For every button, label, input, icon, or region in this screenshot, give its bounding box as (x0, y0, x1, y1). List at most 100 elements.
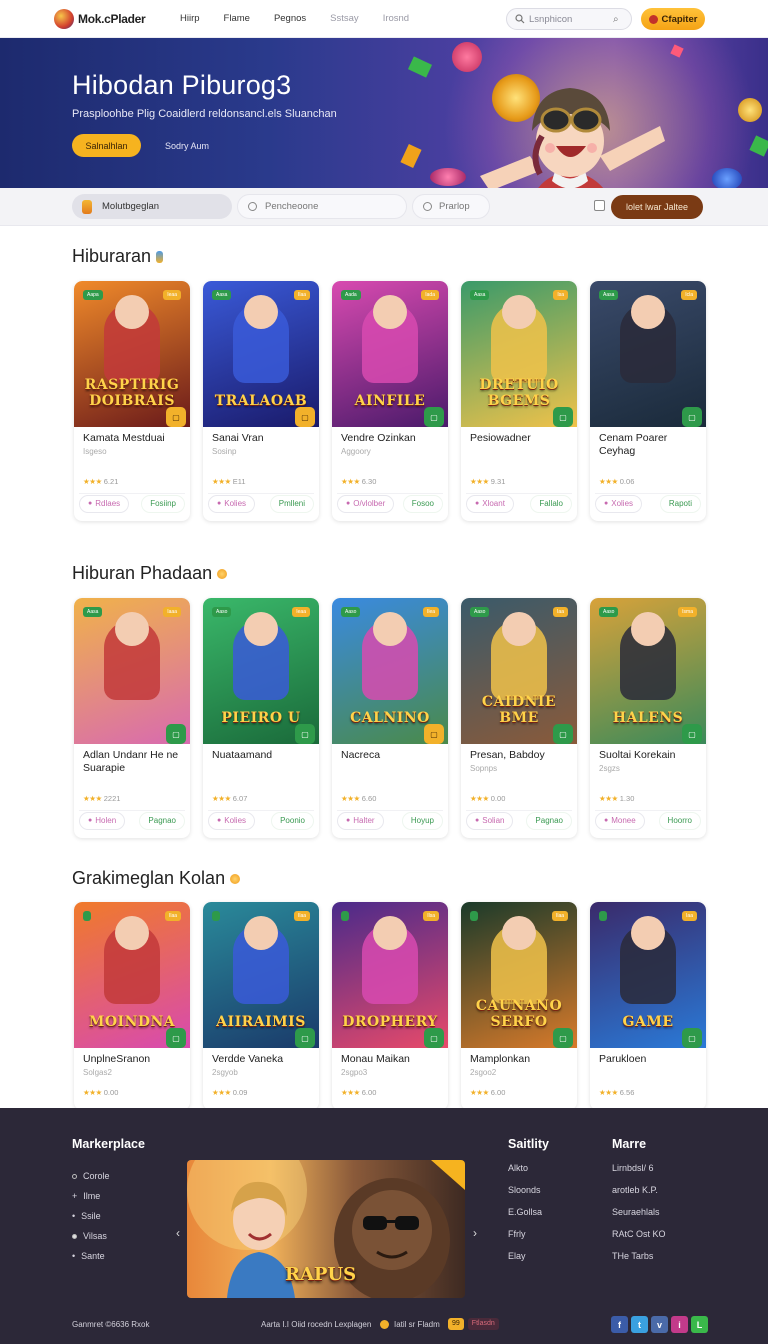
nav-item-5[interactable]: Irosnd (383, 13, 409, 24)
game-thumbnail[interactable]: CALNINO Aaso Ilea ▢ (332, 598, 448, 744)
game-thumbnail[interactable]: GAME Iaa ▢ (590, 902, 706, 1048)
game-card[interactable]: MOINDNA Ilaa ▢ UnplneSranon Solgas2 ★★★ … (74, 902, 190, 1110)
footer-link[interactable]: Alkto (508, 1163, 542, 1173)
footer-bottom-link[interactable]: Iatil sr Fladm (394, 1320, 440, 1329)
card-secondary-button[interactable]: ● Rdlaes (79, 494, 130, 513)
game-thumbnail[interactable]: TRALAOAB Aasa Ilaa ▢ (203, 281, 319, 427)
game-card[interactable]: Aasa Icla ▢ Cenam Poarer Ceyhag ★★★ 0.06… (590, 281, 706, 521)
footer-link[interactable]: E.Gollsa (508, 1207, 542, 1217)
card-play-icon[interactable]: ▢ (553, 1028, 573, 1048)
game-card[interactable]: PIEIRO U Aaso Ieaa ▢ Nuataamand ★★★ 6.07… (203, 598, 319, 838)
footer-promo-banner[interactable]: RAPUS (187, 1160, 465, 1298)
footer-link[interactable]: Seuraehlals (612, 1207, 666, 1217)
line-icon[interactable]: L (691, 1316, 708, 1333)
card-secondary-button[interactable]: ● Halter (337, 811, 384, 830)
game-thumbnail[interactable]: DRETUIO BGEMS Aasa Isa ▢ (461, 281, 577, 427)
nav-item-3[interactable]: Pegnos (274, 13, 306, 24)
card-play-icon[interactable]: ▢ (295, 407, 315, 427)
game-card[interactable]: AIIRAIMIS Ilaa ▢ Verdde Vaneka 2sgyob ★★… (203, 902, 319, 1110)
card-primary-button[interactable]: Pmlleni (269, 494, 314, 513)
card-play-icon[interactable]: ▢ (682, 1028, 702, 1048)
card-secondary-button[interactable]: ● Holen (79, 811, 126, 830)
filter-checkbox[interactable] (594, 200, 605, 211)
game-card[interactable]: RASPTIRIG DOIBRAIS Aapa Ieaa ▢ Kamata Me… (74, 281, 190, 521)
card-secondary-button[interactable]: ● Kolies (208, 811, 256, 830)
card-secondary-button[interactable]: ● Xolies (595, 494, 643, 513)
game-thumbnail[interactable]: RASPTIRIG DOIBRAIS Aapa Ieaa ▢ (74, 281, 190, 427)
card-primary-button[interactable]: Pagnao (139, 811, 185, 830)
card-secondary-button[interactable]: ● O/vlolber (337, 494, 395, 513)
card-primary-button[interactable]: Pagnao (526, 811, 572, 830)
nav-item-2[interactable]: Flame (224, 13, 250, 24)
card-primary-button[interactable]: Poonio (271, 811, 314, 830)
game-card[interactable]: CALNINO Aaso Ilea ▢ Nacreca ★★★ 6.60 ● H… (332, 598, 448, 838)
card-play-icon[interactable]: ▢ (166, 1028, 186, 1048)
card-play-icon[interactable]: ▢ (166, 407, 186, 427)
footer-link[interactable]: arotleb K.P. (612, 1185, 666, 1195)
footer-link[interactable]: RAtC Ost KO (612, 1229, 666, 1239)
twitter-icon[interactable]: t (631, 1316, 648, 1333)
facebook-icon[interactable]: f (611, 1316, 628, 1333)
card-primary-button[interactable]: Fosoo (402, 494, 443, 513)
footer-link[interactable]: • Sante (72, 1251, 110, 1261)
card-play-icon[interactable]: ▢ (682, 724, 702, 744)
nav-item-1[interactable]: Hiirp (180, 13, 200, 24)
sort-filter-pill[interactable]: Prarlop (412, 194, 490, 219)
game-thumbnail[interactable]: Aasa Iaaa ▢ (74, 598, 190, 744)
game-thumbnail[interactable]: HALENS Aaso Isma ▢ (590, 598, 706, 744)
card-secondary-button[interactable]: ● Kolies (208, 494, 256, 513)
game-card[interactable]: HALENS Aaso Isma ▢ Suoltai Korekain 2sgz… (590, 598, 706, 838)
card-primary-button[interactable]: Rapoti (659, 494, 701, 513)
card-primary-button[interactable]: Fallalo (530, 494, 572, 513)
game-card[interactable]: DRETUIO BGEMS Aasa Isa ▢ Pesiowadner ★★★… (461, 281, 577, 521)
instagram-icon[interactable]: i (671, 1316, 688, 1333)
hero-primary-button[interactable]: Salnalhlan (72, 134, 141, 157)
card-secondary-button[interactable]: ● Monee (595, 811, 645, 830)
type-filter-pill[interactable]: Pencheoone (237, 194, 407, 219)
footer-link[interactable]: • Ssile (72, 1211, 110, 1221)
search-input[interactable] (529, 13, 613, 25)
carousel-prev-icon[interactable]: ‹ (176, 1226, 180, 1240)
footer-link[interactable]: + Ilme (72, 1191, 110, 1201)
card-play-icon[interactable]: ▢ (424, 1028, 444, 1048)
footer-link[interactable]: Elay (508, 1251, 542, 1261)
game-thumbnail[interactable]: AINFILE Aada Iada ▢ (332, 281, 448, 427)
footer-link[interactable]: Ffrly (508, 1229, 542, 1239)
card-play-icon[interactable]: ▢ (424, 407, 444, 427)
game-thumbnail[interactable]: CAUNANO SERFO Ilaa ▢ (461, 902, 577, 1048)
card-play-icon[interactable]: ▢ (682, 407, 702, 427)
footer-link[interactable]: Corole (72, 1171, 110, 1181)
game-card[interactable]: CAUNANO SERFO Ilaa ▢ Mamplonkan 2sgoo2 ★… (461, 902, 577, 1110)
hero-secondary-button[interactable]: Sodry Aum (152, 134, 222, 157)
card-secondary-button[interactable]: ● Solian (466, 811, 514, 830)
game-card[interactable]: AINFILE Aada Iada ▢ Vendre Ozinkan Aggoo… (332, 281, 448, 521)
footer-link[interactable]: Vilsas (72, 1231, 110, 1241)
game-card[interactable]: DROPHERY Ilsa ▢ Monau Maikan 2sgpo3 ★★★ … (332, 902, 448, 1110)
game-thumbnail[interactable]: DROPHERY Ilsa ▢ (332, 902, 448, 1048)
game-thumbnail[interactable]: Aasa Icla ▢ (590, 281, 706, 427)
game-thumbnail[interactable]: PIEIRO U Aaso Ieaa ▢ (203, 598, 319, 744)
game-thumbnail[interactable]: CAIDNIE BME Aaso Iaa ▢ (461, 598, 577, 744)
card-play-icon[interactable]: ▢ (424, 724, 444, 744)
logo[interactable]: Mok.cPlader (54, 9, 146, 29)
card-play-icon[interactable]: ▢ (295, 1028, 315, 1048)
card-play-icon[interactable]: ▢ (553, 407, 573, 427)
game-card[interactable]: Aasa Iaaa ▢ Adlan Undanr He ne Suarapie … (74, 598, 190, 838)
card-primary-button[interactable]: Hoorro (658, 811, 701, 830)
card-secondary-button[interactable]: ● Xloant (466, 494, 514, 513)
filter-cta-button[interactable]: lolet lwar Jaltee (611, 195, 703, 219)
vk-icon[interactable]: v (651, 1316, 668, 1333)
footer-link[interactable]: THe Tarbs (612, 1251, 666, 1261)
carousel-next-icon[interactable]: › (473, 1226, 477, 1240)
card-primary-button[interactable]: Hoyup (401, 811, 443, 830)
nav-item-4[interactable]: Sstsay (330, 13, 359, 24)
game-thumbnail[interactable]: AIIRAIMIS Ilaa ▢ (203, 902, 319, 1048)
card-play-icon[interactable]: ▢ (295, 724, 315, 744)
game-card[interactable]: TRALAOAB Aasa Ilaa ▢ Sanai Vran Sosinp ★… (203, 281, 319, 521)
header-cta-button[interactable]: Cfapiter (641, 8, 705, 30)
card-play-icon[interactable]: ▢ (553, 724, 573, 744)
game-card[interactable]: CAIDNIE BME Aaso Iaa ▢ Presan, Babdoy So… (461, 598, 577, 838)
game-card[interactable]: GAME Iaa ▢ Parukloen ★★★ 6.56 (590, 902, 706, 1110)
footer-link[interactable]: Sloonds (508, 1185, 542, 1195)
footer-link[interactable]: Lirnbdsl/ 6 (612, 1163, 666, 1173)
